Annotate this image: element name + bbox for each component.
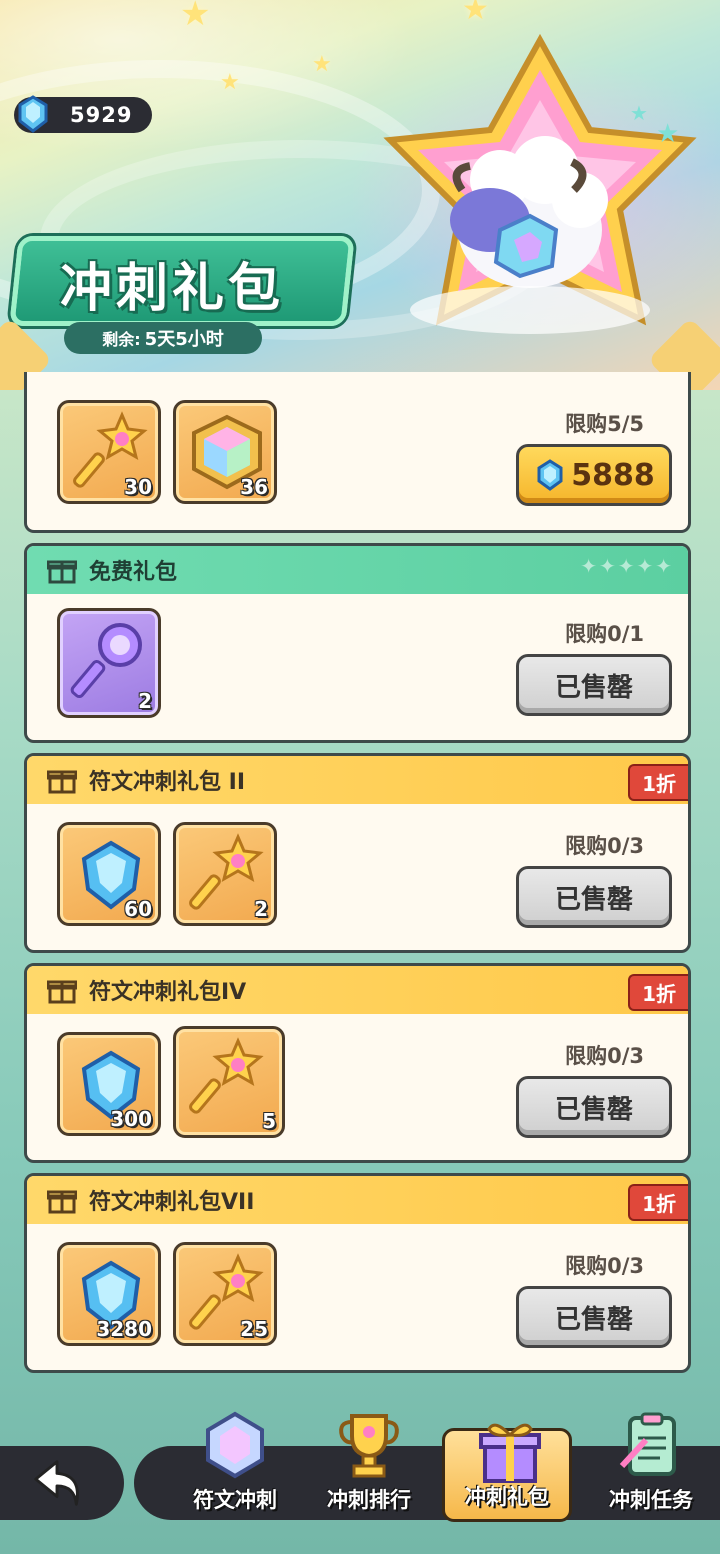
reward-qty: 5 — [262, 1109, 276, 1133]
reward-item[interactable]: 2 — [57, 608, 161, 718]
reward-qty: 36 — [240, 475, 268, 499]
gift-icon — [47, 560, 77, 584]
purchase-limit: 限购5/5 — [565, 412, 644, 436]
sold-out-button[interactable]: 已售罄 — [516, 866, 672, 928]
nav-tab-sprint-pack[interactable]: 冲刺礼包 — [442, 1423, 572, 1522]
page-title: 冲刺礼包 — [60, 259, 285, 319]
star-decor-icon: ★ — [220, 70, 240, 95]
hero-banner: ★ ★ ★ ★ ★ ★ 5929 冲刺礼包 剩余: 5天5小时 — [0, 0, 720, 390]
purchase-limit: 限购0/3 — [565, 834, 644, 858]
pack-name: 符文冲刺礼包VII — [89, 1190, 255, 1215]
nav-tab-rune-sprint[interactable]: 符文冲刺 — [170, 1410, 300, 1522]
star-key-icon — [189, 1037, 264, 1114]
reward-item[interactable]: 2 — [173, 822, 277, 926]
gift-box-icon — [479, 1423, 541, 1483]
pack-header: 符文冲刺礼包IV 1折 — [27, 966, 688, 1014]
rune-crystal-icon — [206, 1411, 264, 1479]
buy-price: 5888 — [571, 457, 655, 493]
sold-out-button[interactable]: 已售罄 — [516, 1076, 672, 1138]
remaining-time-label: 剩余: — [102, 330, 141, 349]
gift-icon — [47, 980, 77, 1004]
purchase-limit: 限购0/1 — [565, 622, 644, 646]
back-arrow-icon — [34, 1460, 79, 1506]
nav-tab-label: 符文冲刺 — [193, 1488, 277, 1512]
reward-item[interactable]: 300 — [57, 1032, 161, 1136]
nav-tab-label: 冲刺礼包 — [465, 1485, 549, 1509]
sold-out-label: 已售罄 — [554, 1304, 633, 1335]
sold-out-label: 已售罄 — [554, 672, 633, 703]
purchase-limit: 限购0/3 — [565, 1254, 644, 1278]
reward-item[interactable]: 3280 — [57, 1242, 161, 1346]
gift-icon — [47, 1190, 77, 1214]
reward-item[interactable]: 60 — [57, 822, 161, 926]
nav-tab-sprint-tasks[interactable]: 冲刺任务 — [586, 1410, 716, 1522]
reward-item[interactable]: 25 — [173, 1242, 277, 1346]
reward-item[interactable]: 5 — [173, 1026, 285, 1138]
task-clipboard-icon — [619, 1412, 676, 1476]
sold-out-button[interactable]: 已售罄 — [516, 1286, 672, 1348]
pack-header: 符文冲刺礼包 II 1折 — [27, 756, 688, 804]
reward-qty: 2 — [138, 689, 152, 713]
pack-card: 免费礼包 ✦✦✦✦✦ 2 限购0/1 已售罄 — [24, 543, 691, 743]
blue-gem-icon — [18, 95, 48, 133]
pack-card: 30 36 限购5/5 5888 — [24, 372, 691, 533]
star-decor-icon: ✦✦✦✦✦ — [580, 554, 674, 578]
discount-badge: 1折 — [628, 764, 688, 801]
pack-card: 符文冲刺礼包VII 1折 3280 25 限购0/3 已售罄 — [24, 1173, 691, 1373]
nav-tab-label: 冲刺任务 — [609, 1488, 693, 1512]
pack-name: 符文冲刺礼包 II — [89, 770, 246, 795]
gem-balance[interactable]: 5929 — [14, 95, 152, 133]
svg-text:★: ★ — [656, 119, 679, 149]
nav-tab-sprint-ranking[interactable]: 冲刺排行 — [304, 1410, 434, 1522]
svg-text:★: ★ — [630, 101, 648, 125]
reward-qty: 25 — [240, 1317, 268, 1341]
pack-header: 免费礼包 ✦✦✦✦✦ — [27, 546, 688, 594]
sold-out-label: 已售罄 — [554, 1094, 633, 1125]
discount-badge: 1折 — [628, 1184, 688, 1221]
pack-name: 符文冲刺礼包IV — [89, 980, 247, 1005]
sold-out-button[interactable]: 已售罄 — [516, 654, 672, 716]
reward-qty: 60 — [124, 897, 152, 921]
sheep-mascot-star-art: ★ ★ — [383, 33, 697, 334]
star-decor-icon: ★ — [180, 0, 211, 34]
reward-item[interactable]: 36 — [173, 400, 277, 504]
reward-qty: 2 — [254, 897, 268, 921]
reward-qty: 3280 — [96, 1317, 152, 1341]
nav-tab-label: 冲刺排行 — [327, 1488, 411, 1512]
pack-card: 符文冲刺礼包IV 1折 300 5 限购0/3 已售罄 — [24, 963, 691, 1163]
remaining-time: 剩余: 5天5小时 — [64, 322, 262, 354]
star-decor-icon: ★ — [312, 52, 332, 77]
pack-card: 符文冲刺礼包 II 1折 60 2 限购0/3 已售罄 — [24, 753, 691, 953]
star-decor-icon: ★ — [462, 0, 489, 27]
reward-qty: 300 — [110, 1107, 152, 1131]
buy-button[interactable]: 5888 — [516, 444, 672, 506]
pack-name: 免费礼包 — [89, 560, 178, 585]
remaining-time-value: 5天5小时 — [144, 329, 224, 350]
pack-header: 符文冲刺礼包VII 1折 — [27, 1176, 688, 1224]
sold-out-label: 已售罄 — [554, 884, 633, 915]
blue-gem-icon — [537, 459, 563, 491]
reward-qty: 30 — [124, 475, 152, 499]
discount-badge: 1折 — [628, 974, 688, 1011]
gem-balance-value: 5929 — [70, 103, 133, 127]
reward-item[interactable]: 30 — [57, 400, 161, 504]
gift-icon — [47, 770, 77, 794]
purchase-limit: 限购0/3 — [565, 1044, 644, 1068]
back-button[interactable] — [0, 1446, 124, 1520]
trophy-icon — [339, 1414, 399, 1478]
